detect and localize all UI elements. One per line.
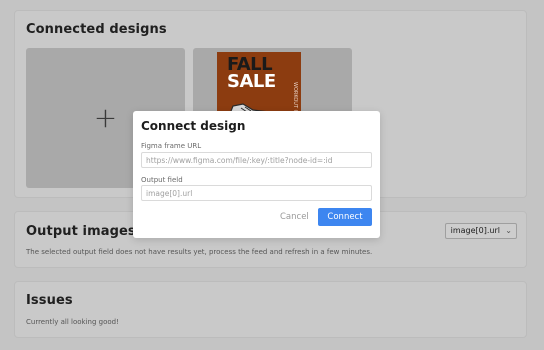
poster-line-2: SALE — [227, 71, 276, 92]
poster-title: FALL SALE — [227, 56, 276, 92]
plus-icon: + — [93, 101, 118, 134]
figma-url-input[interactable] — [141, 152, 372, 168]
issues-title: Issues — [26, 293, 73, 308]
output-field-select[interactable]: image[0].url ⌄ — [444, 223, 517, 239]
output-field-input[interactable] — [141, 185, 372, 201]
connected-designs-title: Connected designs — [26, 22, 167, 37]
connect-design-modal: Connect design Figma frame URL Output fi… — [133, 111, 380, 238]
output-images-title: Output images — [26, 224, 136, 239]
output-field-select-value: image[0].url — [450, 226, 500, 235]
chevron-down-icon: ⌄ — [505, 226, 512, 235]
modal-title: Connect design — [141, 119, 246, 133]
cancel-button[interactable]: Cancel — [277, 208, 312, 226]
output-images-message: The selected output field does not have … — [26, 248, 373, 256]
issues-card: Issues Currently all looking good! — [14, 281, 527, 338]
issues-message: Currently all looking good! — [26, 318, 119, 326]
figma-url-label: Figma frame URL — [141, 142, 202, 150]
output-field-label: Output field — [141, 176, 183, 184]
connect-button[interactable]: Connect — [318, 208, 372, 226]
